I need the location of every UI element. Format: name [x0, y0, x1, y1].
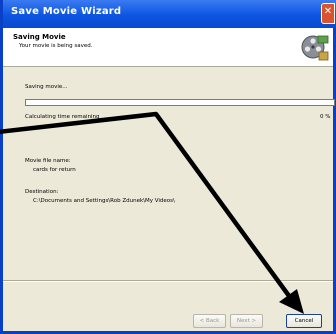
- annotation-arrow: [0, 111, 304, 314]
- annotation-arrowhead: [279, 289, 304, 314]
- annotation-arrow-line: [0, 111, 294, 302]
